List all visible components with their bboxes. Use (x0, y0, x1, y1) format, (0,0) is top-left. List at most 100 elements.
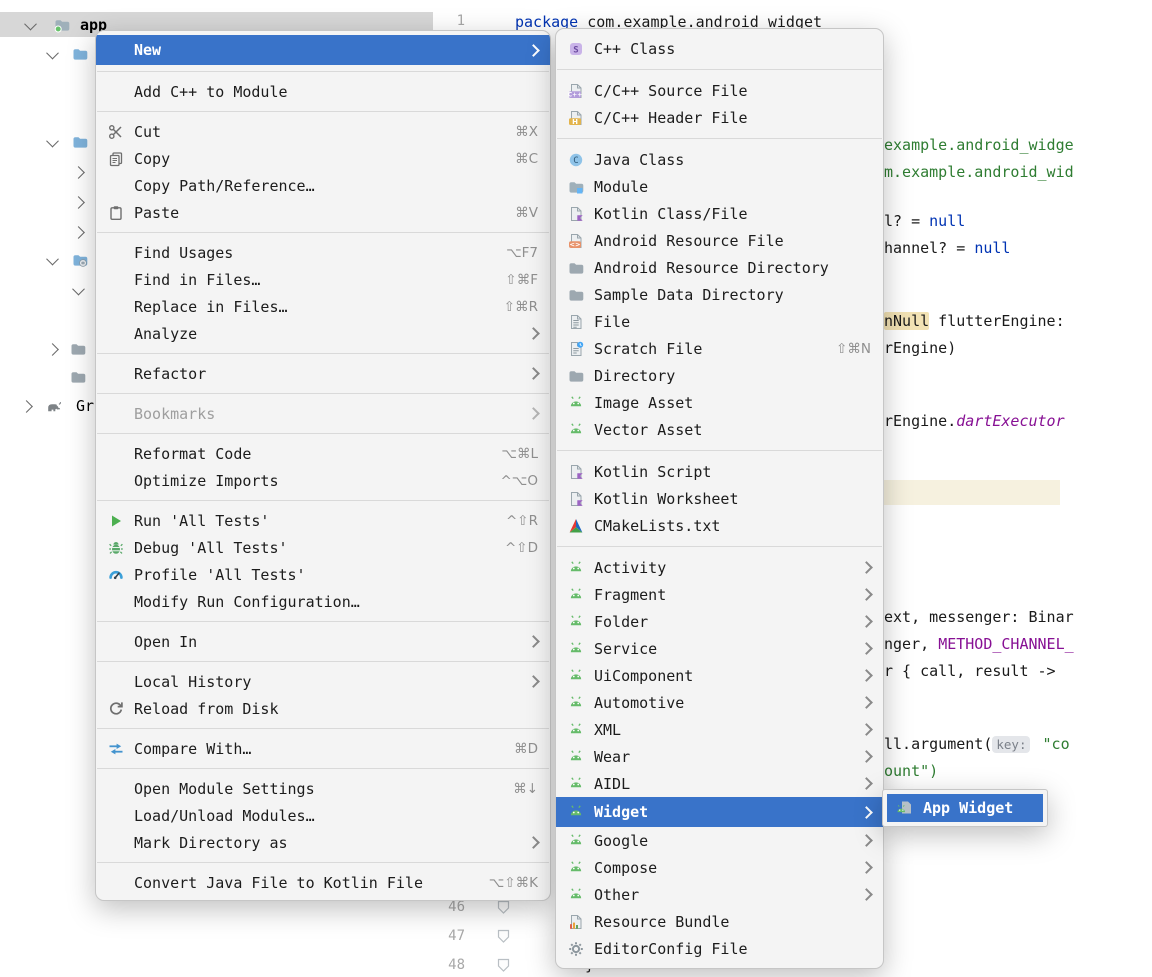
code-line-fragment[interactable]: ext, messenger: Binar (884, 608, 1074, 626)
chevron-right-icon[interactable] (20, 400, 33, 413)
menu-item-local-history[interactable]: Local History (96, 668, 550, 695)
chevron-right-icon[interactable] (46, 343, 59, 356)
line-number[interactable]: 48 (435, 957, 465, 973)
menu-item-java-class[interactable]: CJava Class (556, 146, 883, 173)
menu-item-paste[interactable]: Paste⌘V (96, 199, 550, 226)
menu-item-c-c-header-file[interactable]: HC/C++ Header File (556, 104, 883, 131)
chevron-down-icon[interactable] (72, 282, 85, 295)
submenu-arrow-icon (860, 834, 873, 847)
code-fold-marker-icon[interactable] (496, 958, 511, 973)
line-number[interactable]: 1 (435, 13, 465, 29)
kotlin-file-icon (566, 491, 586, 507)
menu-item-widget[interactable]: Widget (556, 797, 883, 827)
menu-item-vector-asset[interactable]: Vector Asset (556, 416, 883, 443)
code-fold-marker-icon[interactable] (496, 929, 511, 944)
code-line-fragment[interactable]: m.example.android_wid (884, 163, 1074, 181)
menu-item-mark-directory-as[interactable]: Mark Directory as (96, 829, 550, 856)
menu-item-reformat-code[interactable]: Reformat Code⌥⌘L (96, 440, 550, 467)
empty-icon-slot (106, 594, 126, 610)
menu-item-c-class[interactable]: SC++ Class (556, 35, 883, 62)
menu-item-editorconfig-file[interactable]: EditorConfig File (556, 935, 883, 962)
menu-item-c-c-source-file[interactable]: C++C/C++ Source File (556, 77, 883, 104)
menu-item-copy[interactable]: Copy⌘C (96, 145, 550, 172)
code-line-fragment[interactable]: example.android_widge (884, 136, 1074, 154)
code-line-fragment[interactable]: r { call, result -> (884, 662, 1056, 680)
chevron-right-icon[interactable] (72, 166, 85, 179)
menu-item-resource-bundle[interactable]: Resource Bundle (556, 908, 883, 935)
menu-item-label: Android Resource Directory (594, 259, 829, 277)
submenu-arrow-icon (860, 669, 873, 682)
menu-item-cut[interactable]: Cut⌘X (96, 118, 550, 145)
code-line-fragment[interactable]: nNull flutterEngine: (884, 312, 1065, 330)
code-line-fragment[interactable]: rEngine) (884, 339, 956, 357)
code-line-fragment[interactable]: nger, METHOD_CHANNEL_ (884, 635, 1074, 653)
menu-item-android-resource-file[interactable]: <>Android Resource File (556, 227, 883, 254)
menu-item-debug-all-tests[interactable]: Debug 'All Tests'^⇧D (96, 534, 550, 561)
code-line-fragment[interactable]: hannel? = null (884, 239, 1010, 257)
code-line-fragment[interactable]: ount") (884, 762, 938, 780)
code-token: ll.argument( (884, 735, 992, 753)
line-number[interactable]: 46 (435, 899, 465, 915)
menu-item-module[interactable]: Module (556, 173, 883, 200)
menu-item-modify-run-configuration[interactable]: Modify Run Configuration… (96, 588, 550, 615)
menu-item-find-in-files[interactable]: Find in Files…⇧⌘F (96, 266, 550, 293)
menu-item-copy-path-reference[interactable]: Copy Path/Reference… (96, 172, 550, 199)
menu-item-xml[interactable]: XML (556, 716, 883, 743)
menu-item-find-usages[interactable]: Find Usages⌥F7 (96, 239, 550, 266)
menu-item-folder[interactable]: Folder (556, 608, 883, 635)
menu-item-aidl[interactable]: AIDL (556, 770, 883, 797)
chevron-down-icon[interactable] (46, 46, 59, 59)
menu-item-kotlin-script[interactable]: Kotlin Script (556, 458, 883, 485)
android-robot-icon (566, 668, 586, 684)
menu-item-compare-with[interactable]: Compare With…⌘D (96, 735, 550, 762)
menu-item-new[interactable]: New (96, 35, 550, 65)
code-line-fragment[interactable]: rEngine.dartExecutor (884, 412, 1065, 430)
menu-item-cmakelists-txt[interactable]: CMakeLists.txt (556, 512, 883, 539)
menu-item-uicomponent[interactable]: UiComponent (556, 662, 883, 689)
menu-item-run-all-tests[interactable]: Run 'All Tests'^⇧R (96, 507, 550, 534)
menu-item-compose[interactable]: Compose (556, 854, 883, 881)
menu-item-wear[interactable]: Wear (556, 743, 883, 770)
tree-item-label: Gr (76, 397, 94, 415)
chevron-right-icon[interactable] (72, 196, 85, 209)
menu-item-refactor[interactable]: Refactor (96, 360, 550, 387)
menu-item-google[interactable]: Google (556, 827, 883, 854)
menu-item-service[interactable]: Service (556, 635, 883, 662)
menu-item-scratch-file[interactable]: Scratch File⇧⌘N (556, 335, 883, 362)
menu-item-sample-data-directory[interactable]: Sample Data Directory (556, 281, 883, 308)
menu-item-kotlin-class-file[interactable]: Kotlin Class/File (556, 200, 883, 227)
code-line-fragment[interactable]: l? = null (884, 212, 965, 230)
code-line-fragment[interactable]: ll.argument(key: "co (884, 735, 1070, 753)
chevron-down-icon[interactable] (46, 252, 59, 265)
chevron-right-icon[interactable] (72, 226, 85, 239)
gradle-elephant-icon (46, 398, 63, 415)
menu-item-app-widget[interactable]: App Widget (887, 794, 1043, 822)
menu-item-analyze[interactable]: Analyze (96, 320, 550, 347)
code-fold-marker-icon[interactable] (496, 900, 511, 915)
menu-item-reload-from-disk[interactable]: Reload from Disk (96, 695, 550, 722)
menu-item-replace-in-files[interactable]: Replace in Files…⇧⌘R (96, 293, 550, 320)
menu-item-other[interactable]: Other (556, 881, 883, 908)
code-token: example.android_widge (884, 136, 1074, 154)
menu-item-load-unload-modules[interactable]: Load/Unload Modules… (96, 802, 550, 829)
menu-item-kotlin-worksheet[interactable]: Kotlin Worksheet (556, 485, 883, 512)
menu-item-profile-all-tests[interactable]: Profile 'All Tests' (96, 561, 550, 588)
menu-item-image-asset[interactable]: Image Asset (556, 389, 883, 416)
chevron-down-icon[interactable] (24, 17, 37, 30)
menu-item-add-c-to-module[interactable]: Add C++ to Module (96, 78, 550, 105)
menu-item-open-in[interactable]: Open In (96, 628, 550, 655)
menu-item-open-module-settings[interactable]: Open Module Settings⌘↓ (96, 775, 550, 802)
menu-separator (557, 138, 882, 139)
menu-item-activity[interactable]: Activity (556, 554, 883, 581)
menu-item-directory[interactable]: Directory (556, 362, 883, 389)
line-number[interactable]: 47 (435, 928, 465, 944)
menu-item-automotive[interactable]: Automotive (556, 689, 883, 716)
empty-icon-slot (106, 272, 126, 288)
chevron-down-icon[interactable] (46, 134, 59, 147)
menu-item-shortcut: ⌥⇧⌘K (489, 875, 538, 891)
menu-item-optimize-imports[interactable]: Optimize Imports^⌥O (96, 467, 550, 494)
menu-item-convert-java-file-to-kotlin-file[interactable]: Convert Java File to Kotlin File⌥⇧⌘K (96, 869, 550, 896)
menu-item-android-resource-directory[interactable]: Android Resource Directory (556, 254, 883, 281)
menu-item-fragment[interactable]: Fragment (556, 581, 883, 608)
menu-item-file[interactable]: File (556, 308, 883, 335)
